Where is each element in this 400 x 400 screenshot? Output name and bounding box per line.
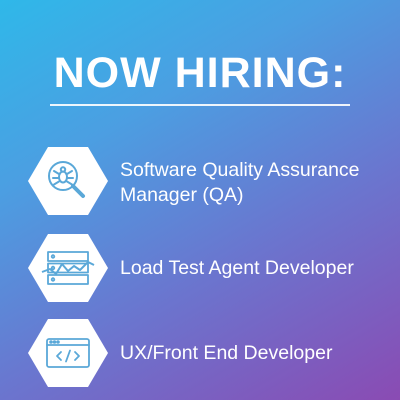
job-listing-qa[interactable]: Software Quality Assurance Manager (QA) — [28, 141, 378, 221]
job-title: Load Test Agent Developer — [120, 257, 354, 279]
hiring-poster: NOW HIRING: Software Quality Assurance M… — [0, 0, 400, 400]
job-listing-ux-front-end[interactable]: UX/Front End Developer — [28, 313, 378, 393]
headline-divider — [50, 104, 350, 106]
job-title: Software Quality Assurance Manager (QA) — [120, 159, 360, 206]
hexagon-badge — [28, 234, 108, 302]
job-listing-load-test[interactable]: Load Test Agent Developer — [28, 228, 378, 308]
hexagon-badge — [28, 147, 108, 215]
headline: NOW HIRING: — [53, 49, 347, 97]
job-icon-badge — [28, 141, 108, 221]
hexagon-badge — [28, 319, 108, 387]
job-title: UX/Front End Developer — [120, 342, 333, 364]
job-icon-badge — [28, 228, 108, 308]
job-icon-badge — [28, 313, 108, 393]
